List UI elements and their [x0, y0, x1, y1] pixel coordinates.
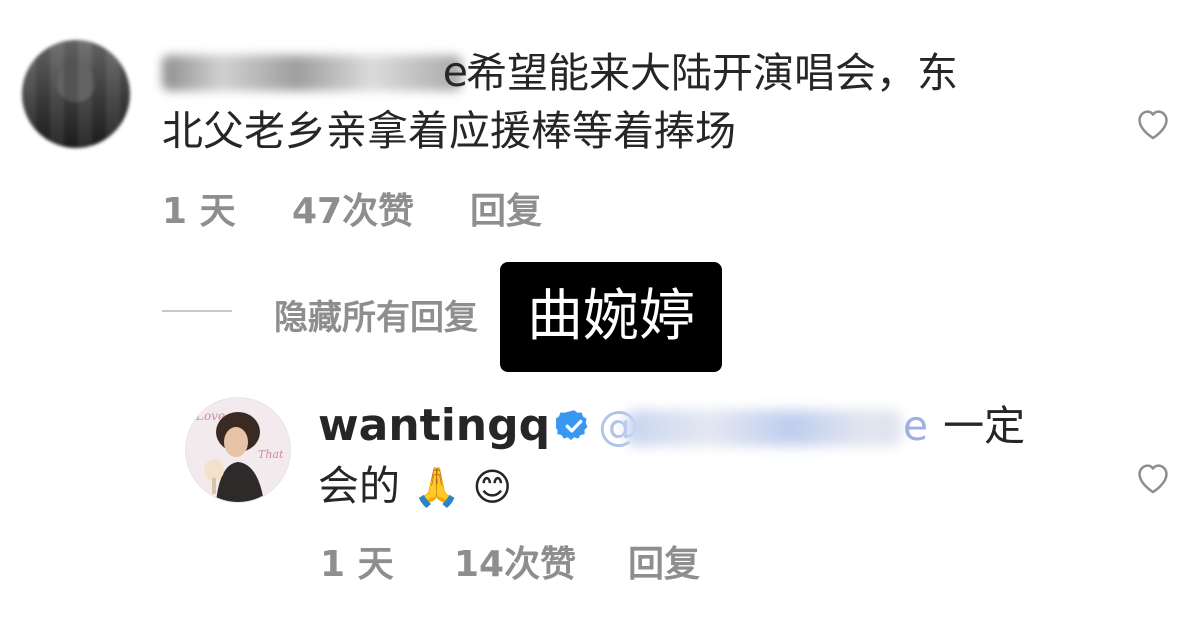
reply-username[interactable]: wantingq — [318, 400, 550, 451]
reply-line1-text: 一定 — [943, 402, 1026, 450]
hide-replies-button[interactable]: 隐藏所有回复 — [274, 290, 478, 339]
emoji-pray-smile: 🙏 😊 — [413, 465, 513, 509]
avatar[interactable] — [22, 40, 130, 148]
reply-reply-button[interactable]: 回复 — [628, 535, 700, 587]
comment-time: 1 天 — [162, 191, 236, 232]
reply-time: 1 天 — [320, 544, 394, 585]
reply-likes[interactable]: 14次赞 — [454, 535, 576, 587]
svg-text:That: That — [258, 448, 284, 461]
comment-line2: 北父老乡亲拿着应援棒等着捧场 — [162, 107, 736, 155]
reply-like-heart-icon[interactable] — [1134, 459, 1172, 495]
comment-line1: 希望能来大陆开演唱会，东 — [466, 49, 958, 97]
replies-divider — [162, 310, 232, 312]
comment-reply-button[interactable]: 回复 — [470, 182, 542, 234]
blurred-username[interactable]: e — [162, 48, 468, 96]
avatar-photo-icon: Love That — [186, 398, 290, 502]
like-heart-icon[interactable] — [1134, 105, 1172, 141]
reply-avatar[interactable]: Love That — [186, 398, 290, 502]
reply-text: wantingq @ e 一定 会的 🙏 😊 — [318, 396, 1078, 517]
comment-likes[interactable]: 47次赞 — [292, 182, 414, 234]
reply-line2-text: 会的 — [318, 462, 400, 510]
overlay-caption: 曲婉婷 — [500, 262, 722, 372]
verified-badge-icon — [556, 410, 588, 441]
comment-text: e 希望能来大陆开演唱会，东 北父老乡亲拿着应援棒等着捧场 — [162, 44, 1082, 160]
blurred-mention[interactable]: @ e — [598, 402, 928, 450]
